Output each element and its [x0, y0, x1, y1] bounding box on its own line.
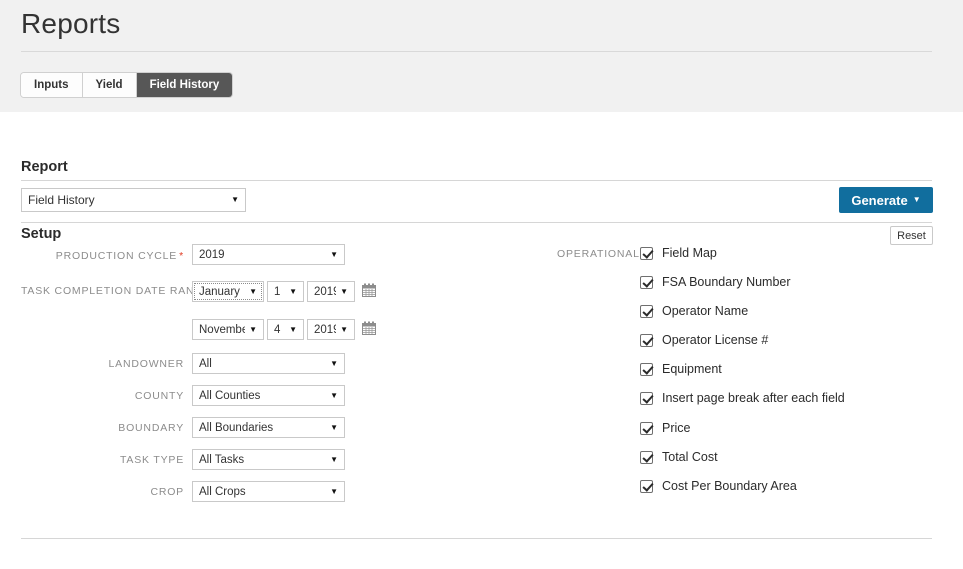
chevron-down-icon: ▼	[330, 251, 338, 259]
start-month-select[interactable]: January ▼	[192, 281, 264, 302]
generate-button-label: Generate	[851, 193, 907, 208]
checkbox-row-price[interactable]: Price	[640, 421, 690, 435]
checkbox-field-map[interactable]	[640, 247, 653, 260]
checkbox-row-insert-page-break[interactable]: Insert page break after each field	[640, 391, 845, 405]
checkbox-label: Operator Name	[662, 304, 748, 318]
chevron-down-icon: ▼	[330, 456, 338, 464]
checkbox-label: Equipment	[662, 362, 722, 376]
task-type-select[interactable]: All Tasks ▼	[192, 449, 345, 470]
crop-select[interactable]: All Crops ▼	[192, 481, 345, 502]
checkbox-label: FSA Boundary Number	[662, 275, 791, 289]
checkbox-row-operator-license[interactable]: Operator License #	[640, 333, 768, 347]
checkbox-row-equipment[interactable]: Equipment	[640, 362, 722, 376]
county-select[interactable]: All Counties ▼	[192, 385, 345, 406]
checkbox-operator-license[interactable]	[640, 334, 653, 347]
production-cycle-label: PRODUCTION CYCLE*	[21, 250, 184, 262]
tab-yield[interactable]: Yield	[83, 73, 137, 97]
chevron-down-icon: ▼	[330, 360, 338, 368]
checkbox-operator-name[interactable]	[640, 305, 653, 318]
landowner-select[interactable]: All ▼	[192, 353, 345, 374]
end-year-value: 2019	[314, 324, 336, 336]
end-year-select[interactable]: 2019 ▼	[307, 319, 355, 340]
checkbox-insert-page-break[interactable]	[640, 392, 653, 405]
start-year-select[interactable]: 2019 ▼	[307, 281, 355, 302]
checkbox-label: Insert page break after each field	[662, 391, 845, 405]
chevron-down-icon: ▼	[340, 326, 348, 334]
checkbox-fsa-boundary-number[interactable]	[640, 276, 653, 289]
chevron-down-icon: ▼	[330, 424, 338, 432]
report-heading: Report	[21, 159, 68, 175]
start-day-select[interactable]: 1 ▼	[267, 281, 304, 302]
crop-value: All Crops	[199, 486, 326, 498]
chevron-down-icon: ▼	[231, 196, 239, 204]
checkbox-row-cost-per-boundary-area[interactable]: Cost Per Boundary Area	[640, 479, 797, 493]
crop-label: CROP	[21, 486, 184, 498]
end-month-select[interactable]: November ▼	[192, 319, 264, 340]
chevron-down-icon: ▼	[249, 326, 257, 334]
county-label: COUNTY	[21, 390, 184, 402]
checkbox-row-fsa-boundary-number[interactable]: FSA Boundary Number	[640, 275, 791, 289]
report-divider	[21, 180, 932, 181]
calendar-icon[interactable]	[362, 283, 376, 297]
tab-bar: Inputs Yield Field History	[21, 73, 232, 97]
generate-button[interactable]: Generate ▼	[839, 187, 933, 213]
task-type-value: All Tasks	[199, 454, 326, 466]
bottom-divider	[21, 538, 932, 539]
checkbox-cost-per-boundary-area[interactable]	[640, 480, 653, 493]
tab-field-history[interactable]: Field History	[137, 73, 233, 97]
county-value: All Counties	[199, 390, 326, 402]
checkbox-equipment[interactable]	[640, 363, 653, 376]
start-year-value: 2019	[314, 286, 336, 298]
chevron-down-icon: ▼	[330, 488, 338, 496]
checkbox-label: Price	[662, 421, 690, 435]
production-cycle-value: 2019	[199, 249, 326, 261]
chevron-down-icon: ▼	[249, 288, 257, 296]
start-month-value: January	[199, 286, 245, 298]
checkbox-total-cost[interactable]	[640, 451, 653, 464]
setup-divider	[21, 222, 932, 223]
report-type-select[interactable]: Field History ▼	[21, 188, 246, 212]
end-day-value: 4	[274, 324, 285, 336]
end-month-value: November	[199, 324, 245, 336]
landowner-value: All	[199, 358, 326, 370]
checkbox-label: Operator License #	[662, 333, 768, 347]
report-type-value: Field History	[28, 193, 227, 207]
end-day-select[interactable]: 4 ▼	[267, 319, 304, 340]
chevron-down-icon: ▼	[340, 288, 348, 296]
page-title: Reports	[21, 0, 120, 48]
checkbox-label: Total Cost	[662, 450, 718, 464]
checkbox-label: Field Map	[662, 246, 717, 260]
checkbox-price[interactable]	[640, 422, 653, 435]
production-cycle-label-text: PRODUCTION CYCLE	[56, 250, 177, 262]
start-day-value: 1	[274, 286, 285, 298]
reset-button[interactable]: Reset	[890, 226, 933, 245]
chevron-down-icon: ▼	[330, 392, 338, 400]
header-divider	[21, 51, 932, 52]
setup-heading: Setup	[21, 226, 61, 242]
boundary-select[interactable]: All Boundaries ▼	[192, 417, 345, 438]
task-date-range-label: TASK COMPLETION DATE RANGE	[21, 285, 184, 297]
checkbox-row-total-cost[interactable]: Total Cost	[640, 450, 718, 464]
checkbox-row-operator-name[interactable]: Operator Name	[640, 304, 748, 318]
chevron-down-icon: ▼	[289, 326, 297, 334]
production-cycle-select[interactable]: 2019 ▼	[192, 244, 345, 265]
checkbox-label: Cost Per Boundary Area	[662, 479, 797, 493]
operational-label: OPERATIONAL	[557, 248, 640, 260]
landowner-label: LANDOWNER	[21, 358, 184, 370]
chevron-down-icon: ▼	[913, 196, 921, 204]
calendar-icon[interactable]	[362, 321, 376, 335]
checkbox-row-field-map[interactable]: Field Map	[640, 246, 717, 260]
task-type-label: TASK TYPE	[21, 454, 184, 466]
required-asterisk: *	[179, 250, 184, 262]
chevron-down-icon: ▼	[289, 288, 297, 296]
boundary-value: All Boundaries	[199, 422, 326, 434]
boundary-label: BOUNDARY	[21, 422, 184, 434]
tab-inputs[interactable]: Inputs	[21, 73, 83, 97]
